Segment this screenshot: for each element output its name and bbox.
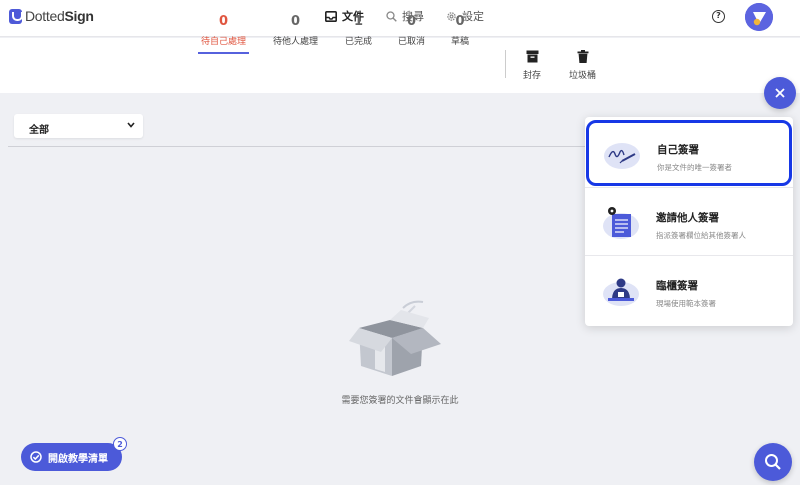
- invite-others-title: 邀請他人簽署: [656, 212, 719, 224]
- sign-self-desc: 你是文件的唯一簽署者: [657, 163, 732, 172]
- tab-count: 1: [353, 14, 364, 29]
- archive-icon: [526, 50, 538, 63]
- empty-state-message: 需要您簽署的文件會顯示在此: [341, 396, 459, 406]
- tab-label: 已取消: [398, 37, 426, 47]
- chevron-down-icon: [127, 122, 135, 128]
- logo-text-part1: Dotted: [25, 8, 65, 24]
- tab-label: 草稿: [451, 37, 470, 47]
- logo-icon: [9, 8, 23, 24]
- close-menu-button[interactable]: [764, 77, 796, 109]
- counter-sign-option[interactable]: 臨櫃簽署 現場使用範本簽署: [585, 255, 793, 323]
- active-tab-indicator: [198, 52, 250, 54]
- counter-signing-person-icon: [603, 278, 639, 306]
- avatar-graphic-icon: [745, 3, 773, 31]
- tab-pending-others[interactable]: 0 待他人處理: [273, 14, 318, 47]
- tab-drafts[interactable]: 0 草稿: [451, 14, 469, 47]
- filter-select[interactable]: 全部: [14, 114, 143, 138]
- tab-count: 0: [406, 14, 417, 29]
- trash-icon: [577, 50, 588, 63]
- sign-options-menu: 自己簽署 你是文件的唯一簽署者 邀請他人簽署 指派簽署欄位給其他簽署人 臨櫃簽署…: [585, 117, 793, 326]
- tab-label: 待他人處理: [273, 37, 319, 47]
- empty-box-illustration: [345, 300, 450, 384]
- open-tutorial-button[interactable]: 開啟教學清單 2: [21, 437, 127, 471]
- check-circle-icon: [30, 451, 42, 463]
- tab-pending-self[interactable]: 0 待自己處理: [198, 14, 250, 54]
- logo-text-part2: Sign: [64, 8, 94, 24]
- trash-button[interactable]: 垃圾桶: [569, 50, 596, 81]
- document-invite-icon: [603, 207, 639, 239]
- close-icon: [775, 88, 785, 98]
- archive-label: 封存: [523, 71, 542, 81]
- counter-sign-title: 臨櫃簽署: [656, 280, 698, 292]
- tab-cancelled[interactable]: 0 已取消: [398, 14, 425, 47]
- open-box-icon: [349, 300, 441, 376]
- tab-label: 待自己處理: [201, 37, 247, 47]
- invite-others-desc: 指派簽署欄位給其他簽署人: [656, 231, 746, 240]
- inbox-icon: [325, 10, 337, 22]
- tabs-divider: [505, 50, 506, 78]
- sign-self-title: 自己簽署: [657, 144, 699, 156]
- trash-label: 垃圾桶: [569, 71, 597, 81]
- avatar[interactable]: [745, 3, 773, 31]
- search-icon: [386, 10, 397, 22]
- search-icon: [765, 454, 781, 470]
- counter-sign-desc: 現場使用範本簽署: [656, 299, 716, 308]
- tab-count: 0: [455, 14, 465, 29]
- invite-others-option[interactable]: 邀請他人簽署 指派簽署欄位給其他簽署人: [585, 187, 793, 255]
- tutorial-count-badge: 2: [113, 437, 127, 451]
- search-fab-button[interactable]: [754, 443, 792, 481]
- list-divider: [8, 146, 586, 147]
- sign-self-option[interactable]: 自己簽署 你是文件的唯一簽署者: [586, 120, 792, 186]
- tab-completed[interactable]: 1 已完成: [345, 14, 372, 47]
- dottedsign-logo[interactable]: DottedSign: [9, 8, 94, 24]
- help-icon[interactable]: ?: [712, 10, 725, 23]
- tab-count: 0: [218, 14, 229, 29]
- tutorial-label: 開啟教學清單: [48, 453, 108, 465]
- tab-label: 已完成: [345, 37, 373, 47]
- archive-button[interactable]: 封存: [523, 50, 541, 81]
- signature-pen-icon: [604, 143, 640, 169]
- filter-select-value: 全部: [29, 125, 49, 136]
- tab-count: 0: [290, 14, 301, 29]
